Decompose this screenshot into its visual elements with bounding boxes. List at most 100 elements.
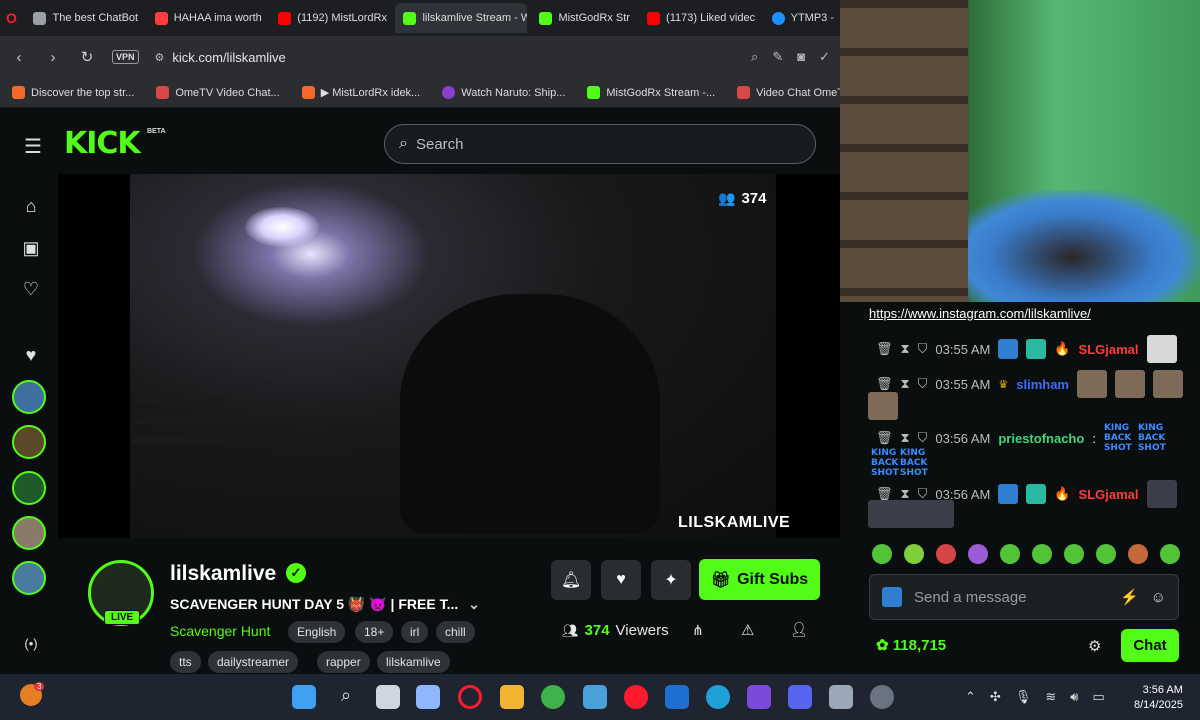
tag[interactable]: dailystreamer xyxy=(208,651,299,673)
chat-username[interactable]: SLGjamal xyxy=(1079,487,1139,502)
followed-channel-avatar[interactable] xyxy=(12,471,46,505)
timeout-icon[interactable]: ⧗ xyxy=(901,376,910,392)
following-heart-icon[interactable]: ♡ xyxy=(20,279,42,300)
file-explorer-icon[interactable] xyxy=(500,685,524,709)
check-icon[interactable]: ✓ xyxy=(819,49,830,65)
notification-bell-button[interactable]: 🔔︎ xyxy=(551,560,591,600)
chat-username[interactable]: priestofnacho xyxy=(998,431,1084,446)
tag[interactable]: irl xyxy=(401,621,429,643)
followed-heart-icon[interactable]: ♥ xyxy=(20,345,42,366)
vpn-badge[interactable]: VPN xyxy=(112,50,139,64)
browser-tab[interactable]: YTMP3 - xyxy=(764,3,840,33)
chevron-down-icon[interactable]: ⌄ xyxy=(468,596,480,612)
obs-icon[interactable] xyxy=(870,685,894,709)
quick-emote[interactable] xyxy=(1032,544,1052,564)
sparkle-button[interactable]: ✦ xyxy=(651,560,691,600)
chrome-icon[interactable] xyxy=(541,685,565,709)
microphone-icon[interactable]: 🎙︎ xyxy=(1015,689,1032,705)
app-tray-icon[interactable]: ✣ xyxy=(990,689,1001,705)
quick-emote[interactable] xyxy=(968,544,988,564)
quick-emote[interactable] xyxy=(1096,544,1116,564)
clipchamp-icon[interactable] xyxy=(747,685,771,709)
chat-message-input[interactable]: Send a message ⚡ ☺ xyxy=(869,574,1179,620)
forward-icon[interactable]: › xyxy=(44,49,62,66)
shield-icon[interactable]: ⛉ xyxy=(918,376,928,392)
quick-emote[interactable] xyxy=(1000,544,1020,564)
browser-tab[interactable]: (1173) Liked videc xyxy=(639,3,760,33)
browser-tab[interactable]: (1192) MistLordRx xyxy=(270,3,391,33)
shield-icon[interactable]: ⛉ xyxy=(918,430,928,446)
tag[interactable]: English xyxy=(288,621,346,643)
follow-button[interactable]: ♥ xyxy=(601,560,641,600)
tag[interactable]: rapper xyxy=(317,651,370,673)
chat-send-button[interactable]: Chat xyxy=(1121,629,1179,662)
edge-icon[interactable] xyxy=(706,685,730,709)
quick-emote[interactable] xyxy=(1160,544,1180,564)
browse-icon[interactable]: ▣ xyxy=(20,238,42,259)
menu-icon[interactable]: ☰ xyxy=(24,134,42,159)
report-icon[interactable]: ⚠ xyxy=(741,621,754,639)
tag[interactable]: lilskamlive xyxy=(377,651,450,673)
tag[interactable]: 18+ xyxy=(355,621,394,643)
quick-emote[interactable] xyxy=(936,544,956,564)
camera-app-icon[interactable] xyxy=(829,685,853,709)
search-input[interactable]: ⌕ Search xyxy=(384,124,816,164)
quick-emote[interactable] xyxy=(904,544,924,564)
browser-tab-active[interactable]: lilskamlive Stream - W xyxy=(395,3,528,33)
quick-emote[interactable] xyxy=(1128,544,1148,564)
volume-icon[interactable]: 🔊︎ xyxy=(1070,689,1078,705)
chat-settings-icon[interactable]: ⚙ xyxy=(1088,637,1101,655)
reload-icon[interactable]: ↻ xyxy=(78,48,96,66)
add-user-icon[interactable]: 👤︎ xyxy=(790,621,808,638)
task-view-icon[interactable] xyxy=(376,685,400,709)
channel-name[interactable]: lilskamlive xyxy=(170,562,276,586)
stream-category[interactable]: Scavenger Hunt xyxy=(170,623,270,639)
shield-icon[interactable]: ⛉ xyxy=(918,341,928,357)
browser-tab[interactable]: MistGodRx Str xyxy=(531,3,635,33)
followed-channel-avatar[interactable] xyxy=(12,425,46,459)
site-info-icon[interactable]: ⚙ xyxy=(155,51,165,64)
emoji-icon[interactable]: ☺ xyxy=(1151,589,1166,606)
gift-subs-button[interactable]: 🎁︎ Gift Subs xyxy=(699,559,820,600)
opera-logo-icon[interactable]: O xyxy=(6,10,21,26)
copilot-icon[interactable] xyxy=(416,685,440,709)
discord-icon[interactable] xyxy=(788,685,812,709)
bookmark-item[interactable]: MistGodRx Stream -... xyxy=(587,86,715,99)
taskbar-clock[interactable]: 3:56 AM 8/14/2025 xyxy=(1134,683,1183,713)
camera-icon[interactable]: ◙ xyxy=(797,49,805,65)
store-icon[interactable] xyxy=(583,685,607,709)
followed-channel-avatar[interactable] xyxy=(12,516,46,550)
timeout-icon[interactable]: ⧗ xyxy=(901,341,910,357)
opera-gx-icon[interactable] xyxy=(458,685,482,709)
battery-icon[interactable]: ▭ xyxy=(1092,689,1104,705)
bookmark-item[interactable]: OmeTV Video Chat... xyxy=(156,86,280,99)
trash-icon[interactable]: 🗑︎ xyxy=(876,341,893,357)
translate-icon[interactable]: ⚡ xyxy=(1120,588,1139,606)
browser-tab[interactable]: The best ChatBot xyxy=(25,3,142,33)
bookmark-item[interactable]: Watch Naruto: Ship... xyxy=(442,86,565,99)
search-taskbar-icon[interactable]: ⌕ xyxy=(334,685,358,709)
chat-username[interactable]: SLGjamal xyxy=(1079,342,1139,357)
timeout-icon[interactable]: ⧗ xyxy=(901,430,910,446)
trash-icon[interactable]: 🗑︎ xyxy=(876,430,893,446)
bookmark-item[interactable]: ▶ MistLordRx idek... xyxy=(301,86,420,99)
browser-tab[interactable]: HAHAA ima worth xyxy=(147,3,267,33)
tag[interactable]: tts xyxy=(170,651,201,673)
trash-icon[interactable]: 🗑︎ xyxy=(876,376,893,392)
collapse-icon[interactable]: (•) xyxy=(20,636,42,651)
start-icon[interactable] xyxy=(292,685,316,709)
followed-channel-avatar[interactable] xyxy=(12,380,46,414)
url-field[interactable]: kick.com/lilskamlive xyxy=(172,50,285,65)
chat-link[interactable]: https://www.instagram.com/lilskamlive/ xyxy=(869,306,1091,321)
edit-icon[interactable]: ✎ xyxy=(772,49,783,65)
search-page-icon[interactable]: ⌕ xyxy=(751,49,758,65)
wifi-icon[interactable]: ≋ xyxy=(1045,689,1056,705)
outlook-icon[interactable] xyxy=(665,685,689,709)
opera-icon[interactable] xyxy=(624,685,648,709)
channel-points[interactable]: ✿ 118,715 xyxy=(876,636,946,654)
home-icon[interactable]: ⌂ xyxy=(20,196,42,217)
video-frame[interactable] xyxy=(130,174,776,538)
quick-emote[interactable] xyxy=(1064,544,1084,564)
quick-emote[interactable] xyxy=(872,544,892,564)
bookmark-item[interactable]: Discover the top str... xyxy=(12,86,134,99)
